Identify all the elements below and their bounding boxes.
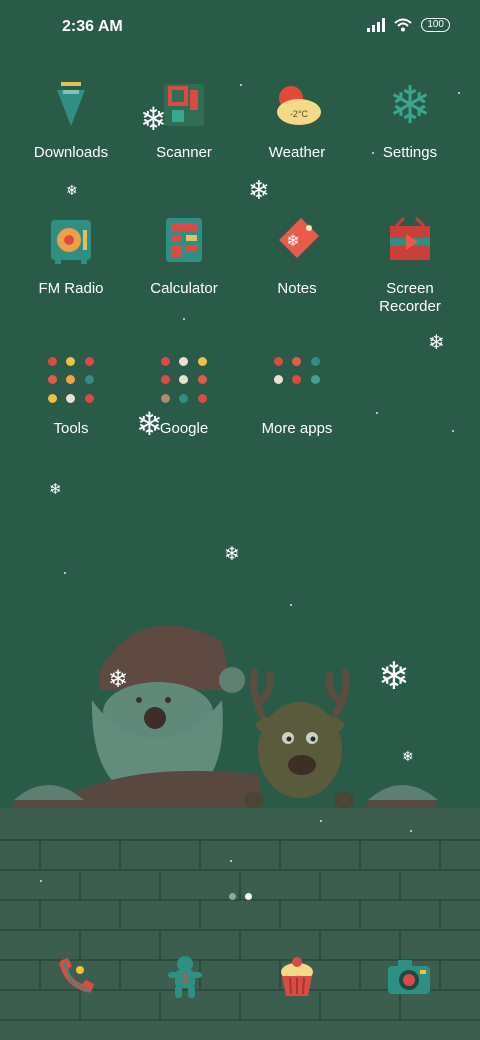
snowflake-icon: ❄ bbox=[49, 481, 62, 498]
app-scanner[interactable]: Scanner bbox=[128, 76, 240, 162]
scanner-icon bbox=[152, 76, 216, 140]
snowflake-icon: ❄ bbox=[378, 656, 410, 698]
app-notes[interactable]: ❄ Notes bbox=[241, 212, 353, 298]
notes-icon: ❄ bbox=[265, 212, 329, 276]
dock-camera[interactable] bbox=[384, 952, 434, 1002]
folder-icon bbox=[39, 352, 103, 416]
folder-google[interactable]: Google bbox=[128, 348, 240, 438]
weather-icon: -2°C bbox=[265, 76, 329, 140]
snowflake-icon: ❄ bbox=[402, 748, 414, 764]
folder-icon bbox=[265, 352, 329, 416]
folder-tools[interactable]: Tools bbox=[15, 348, 127, 438]
app-label: Notes bbox=[277, 280, 317, 297]
app-downloads[interactable]: Downloads bbox=[15, 76, 127, 162]
signal-icon bbox=[367, 18, 386, 32]
app-weather[interactable]: -2°C Weather bbox=[241, 76, 353, 162]
folder-more-apps[interactable]: More apps bbox=[241, 348, 353, 438]
app-calculator[interactable]: Calculator bbox=[128, 212, 240, 298]
snowflake-icon: ❄ bbox=[224, 544, 240, 565]
app-label: Scanner bbox=[156, 144, 212, 161]
snowflake-icon: ❄ bbox=[66, 182, 78, 198]
app-label: Tools bbox=[53, 420, 89, 437]
cupcake-icon bbox=[281, 957, 313, 996]
dock-phone[interactable] bbox=[50, 952, 100, 1002]
dock-browser[interactable] bbox=[272, 952, 322, 1002]
calculator-icon bbox=[152, 212, 216, 276]
weather-temp: -2°C bbox=[290, 109, 309, 119]
settings-icon: ❄ bbox=[388, 77, 432, 135]
snowflake-icon: ❄ bbox=[248, 175, 270, 205]
app-label: More apps bbox=[261, 420, 333, 437]
snowflake-icon: ❄ bbox=[108, 666, 129, 693]
wifi-icon bbox=[394, 18, 412, 32]
gingerbread-icon bbox=[168, 956, 202, 998]
status-icons: 100 bbox=[367, 18, 450, 32]
dock-messages[interactable] bbox=[160, 952, 210, 1002]
app-label: Calculator bbox=[150, 280, 218, 297]
app-label: Weather bbox=[268, 144, 326, 161]
radio-icon bbox=[39, 212, 103, 276]
phone-icon bbox=[59, 958, 94, 993]
app-label: Google bbox=[159, 420, 209, 437]
battery-indicator: 100 bbox=[421, 18, 450, 32]
page-indicator bbox=[0, 893, 480, 900]
folder-icon bbox=[152, 352, 216, 416]
app-screen-recorder[interactable]: Screen Recorder bbox=[354, 212, 466, 316]
clock: 2:36 AM bbox=[62, 18, 123, 35]
snowflake-icon: ❄ bbox=[428, 332, 445, 354]
page-dot[interactable] bbox=[228, 893, 236, 900]
app-label: Settings bbox=[382, 144, 438, 161]
status-bar: 2:36 AM 100 bbox=[0, 0, 480, 56]
app-label: FM Radio bbox=[38, 280, 104, 297]
app-label: Screen Recorder bbox=[379, 280, 441, 315]
app-fm-radio[interactable]: FM Radio bbox=[15, 212, 127, 298]
screen-recorder-icon bbox=[378, 212, 442, 276]
app-settings[interactable]: ❄ Settings bbox=[354, 76, 466, 162]
page-dot-active[interactable] bbox=[244, 893, 252, 900]
app-label: Downloads bbox=[33, 144, 109, 161]
camera-icon bbox=[388, 960, 430, 994]
downloads-icon bbox=[39, 76, 103, 140]
svg-text:❄: ❄ bbox=[286, 233, 299, 250]
